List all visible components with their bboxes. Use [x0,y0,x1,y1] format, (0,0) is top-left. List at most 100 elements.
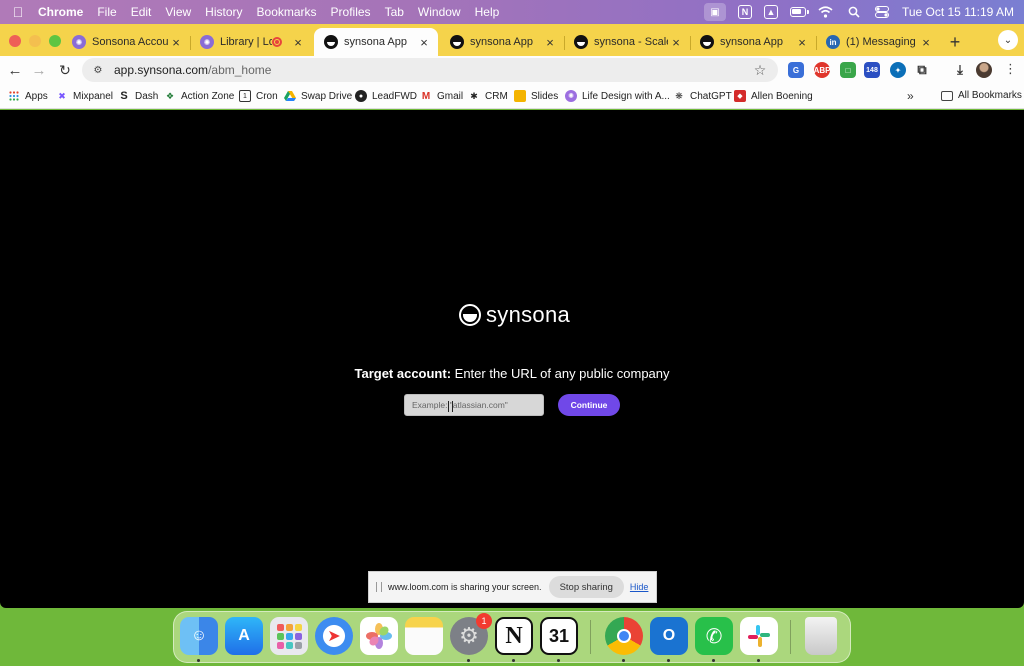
continue-button[interactable]: Continue [558,394,620,416]
menu-bookmarks[interactable]: Bookmarks [257,5,327,19]
menu-app-name[interactable]: Chrome [38,5,93,19]
bookmark-gmail[interactable]: M Gmail [420,90,463,102]
apple-menu-icon[interactable]:  [0,4,36,20]
green-extension-icon[interactable]: □ [840,62,856,78]
macos-dock: ☺ A ➤ ⚙ N 31 O ✆ [173,611,851,663]
bookmark-label: ChatGPT [690,90,732,102]
safari-icon[interactable]: ➤ [315,617,353,655]
outlook-icon[interactable]: O [650,617,688,655]
wifi-icon[interactable] [818,5,834,19]
bookmark-label: LeadFWD [372,90,418,102]
calendar-extension-icon[interactable]: 148 [864,62,880,78]
company-url-input[interactable] [404,394,544,416]
bookmark-star-icon[interactable]: ☆ [750,62,770,79]
menu-view[interactable]: View [165,5,201,19]
bookmark-crm[interactable]: ✱ CRM [468,90,508,102]
translate-extension-icon[interactable]: G [788,62,804,78]
chrome-icon[interactable] [605,617,643,655]
bookmark-mixpanel[interactable]: ✖ Mixpanel [56,90,113,102]
notes-icon[interactable] [405,617,443,655]
close-tab-icon[interactable]: × [416,35,432,50]
menu-help[interactable]: Help [475,5,510,19]
bookmark-leadfwd[interactable]: ● LeadFWD [355,90,417,102]
bookmark-allen-boening[interactable]: ◆ Allen Boening [734,90,813,102]
bookmark-label: Slides [531,90,559,102]
photos-icon[interactable] [360,617,398,655]
close-tab-icon[interactable]: × [542,35,558,50]
notion-app-icon[interactable]: N [495,617,533,655]
tab-search-chevron-icon[interactable]: ⌄ [998,30,1018,50]
menu-window[interactable]: Window [418,5,471,19]
window-controls [9,35,61,47]
slack-icon[interactable] [740,617,778,655]
extensions-puzzle-icon[interactable]: ⧉ [914,62,930,78]
url-text[interactable]: app.synsona.com/abm_home [114,63,750,77]
trash-icon[interactable] [805,617,837,655]
finder-icon[interactable]: ☺ [180,617,218,655]
screen-share-icon[interactable]: ▣ [703,3,726,21]
notification-badge: 1 [476,613,492,629]
menu-history[interactable]: History [205,5,252,19]
extension-badge: 148 [866,66,878,74]
bookmark-dash[interactable]: S Dash [118,90,158,102]
close-tab-icon[interactable]: × [168,35,184,50]
menu-profiles[interactable]: Profiles [331,5,381,19]
arc-icon[interactable]: ▲ [763,5,778,19]
menu-bar-clock[interactable]: Tue Oct 15 11:19 AM [902,5,1014,19]
tab-loom-library[interactable]: ✺ Library | Loom × [190,28,312,56]
drag-handle-icon[interactable] [376,582,382,592]
dock-separator [790,620,791,654]
profile-avatar[interactable] [976,62,992,78]
close-window-button[interactable] [9,35,21,47]
tab-sonsona-account[interactable]: ✺ Sonsona Account B × [62,28,190,56]
control-center-icon[interactable] [874,5,890,19]
hide-link[interactable]: Hide [630,582,649,592]
tab-label: synsona App [344,36,407,48]
close-tab-icon[interactable]: × [794,35,810,50]
downloads-icon[interactable]: ⤓ [952,62,968,78]
tab-synsona-app-active[interactable]: synsona App × [314,28,438,56]
tab-synsona-app[interactable]: synsona App × [440,28,564,56]
back-arrow-icon[interactable]: ← [3,58,27,82]
whatsapp-icon[interactable]: ✆ [695,617,733,655]
running-indicator [622,659,625,662]
close-tab-icon[interactable]: × [918,35,934,50]
tab-synsona-scale[interactable]: synsona - Scale 1:1 × [564,28,690,56]
address-bar[interactable]: ⚙ app.synsona.com/abm_home ☆ [82,58,778,82]
all-bookmarks[interactable]: All Bookmarks [941,90,1022,101]
bookmark-apps[interactable]: Apps [8,90,48,102]
bookmark-life-design[interactable]: ✺ Life Design with A... [565,90,670,102]
new-tab-plus-icon[interactable]: + [946,32,964,53]
reload-icon[interactable]: ↻ [53,58,77,82]
bookmark-cron[interactable]: 1 Cron [239,90,278,102]
adblock-extension-icon[interactable]: ABP [814,62,830,78]
bookmark-label: Swap Drive [301,90,353,102]
spotlight-icon[interactable] [846,5,862,19]
notion-icon[interactable]: N [737,5,752,19]
bookmarks-overflow-chevron-icon[interactable]: » [907,89,914,103]
bookmark-action-zone[interactable]: ❖ Action Zone [164,90,234,102]
launchpad-icon[interactable] [270,617,308,655]
zoom-window-button[interactable] [49,35,61,47]
menu-edit[interactable]: Edit [131,5,162,19]
site-info-icon[interactable]: ⚙ [90,62,106,78]
crm-icon: ✱ [470,90,478,101]
bookmark-swap-drive[interactable]: Swap Drive [284,90,352,102]
more-menu-icon[interactable]: ⋮ [1004,61,1017,77]
tab-linkedin-messaging[interactable]: in (1) Messaging | Linke × [816,28,940,56]
menu-tab[interactable]: Tab [385,5,414,19]
minimize-window-button[interactable] [29,35,41,47]
tab-synsona-app[interactable]: synsona App × [690,28,816,56]
bookmark-chatgpt[interactable]: ❋ ChatGPT [673,90,732,102]
stop-sharing-button[interactable]: Stop sharing [548,576,624,598]
battery-icon[interactable] [789,5,809,19]
calendar-icon[interactable]: 31 [540,617,578,655]
bookmark-slides[interactable]: Slides [514,90,558,102]
blue-extension-icon[interactable]: ✦ [890,62,906,78]
forward-arrow-icon[interactable]: → [27,58,51,82]
menu-file[interactable]: File [97,5,126,19]
close-tab-icon[interactable]: × [668,35,684,50]
app-store-icon[interactable]: A [225,617,263,655]
bookmark-label: Allen Boening [751,90,813,102]
close-tab-icon[interactable]: × [290,35,306,50]
